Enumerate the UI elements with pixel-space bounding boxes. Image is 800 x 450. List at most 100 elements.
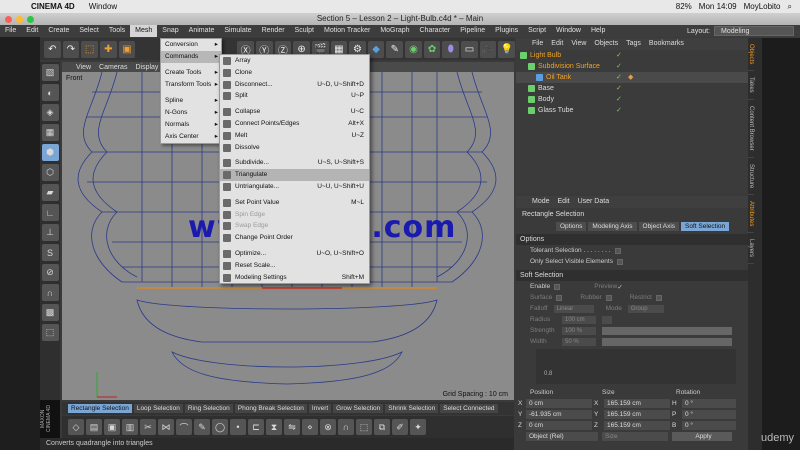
cmd-clone[interactable]: Clone (220, 67, 369, 79)
snap-icon[interactable]: S (41, 244, 59, 261)
width-slider[interactable] (602, 337, 732, 346)
cmd-swap-edge[interactable]: Swap Edge (220, 220, 369, 232)
stitch-icon[interactable]: ⋄ (302, 419, 318, 435)
magnet-icon[interactable]: ∩ (41, 284, 59, 301)
minimize-window-icon[interactable] (16, 16, 23, 23)
menu-edit[interactable]: Edit (21, 25, 43, 37)
lock-workplane-icon[interactable]: ⊘ (41, 264, 59, 281)
model-mode-icon[interactable]: ◐ (41, 84, 59, 101)
obj-menu-bookmarks[interactable]: Bookmarks (649, 38, 684, 50)
menu-animate[interactable]: Animate (184, 25, 220, 37)
size-z-field[interactable]: 165.159 cm (604, 421, 670, 430)
edges-mode-icon[interactable]: ⬡ (41, 164, 59, 181)
cmd-disconnect[interactable]: Disconnect... U~D, U~Shift+D (220, 79, 369, 91)
cmd-dissolve[interactable]: Dissolve (220, 142, 369, 154)
search-icon[interactable]: ⌕ (788, 2, 792, 12)
attr-menu-user-data[interactable]: User Data (578, 196, 610, 208)
extrude-inner-icon[interactable]: ▣ (104, 419, 120, 435)
vtab-attributes[interactable]: Attributes (748, 195, 754, 234)
btab-select-connected[interactable]: Select Connected (440, 404, 498, 413)
mode-select[interactable]: Group (627, 304, 664, 313)
tweak-icon[interactable]: ⊥ (41, 224, 59, 241)
attr-menu-edit[interactable]: Edit (558, 196, 570, 208)
cmd-untriangulate[interactable]: Untriangulate... U~U, U~Shift+U (220, 181, 369, 193)
create-point-icon[interactable]: • (230, 419, 246, 435)
restrict-checkbox[interactable] (655, 294, 662, 301)
live-selection-icon[interactable]: ⬚ (81, 40, 98, 58)
mesh-menu-ngons[interactable]: N-Gons ▸ (161, 107, 221, 119)
object-row-oil-tank[interactable]: Oil Tank ✓ ◆ (516, 72, 748, 83)
undo-icon[interactable]: ↶ (44, 40, 61, 58)
array-icon[interactable]: ✿ (423, 40, 441, 58)
btab-loop-selection[interactable]: Loop Selection (133, 404, 183, 413)
vtab-layers[interactable]: Layers (748, 233, 754, 265)
user-name[interactable]: MoyLobito (744, 2, 781, 11)
iron-icon[interactable]: ⊏ (248, 419, 264, 435)
menu-help[interactable]: Help (586, 25, 610, 37)
radius-slider[interactable] (602, 315, 612, 324)
move-icon[interactable]: ✚ (99, 40, 117, 58)
weld-icon[interactable]: ⊗ (320, 419, 336, 435)
edge-cut-icon[interactable]: ⧉ (374, 419, 390, 435)
mesh-menu-normals[interactable]: Normals ▸ (161, 119, 221, 131)
light-icon[interactable]: 💡 (498, 40, 516, 58)
mesh-menu-commands[interactable]: Commands ▸ (161, 51, 221, 63)
menu-window[interactable]: Window (551, 25, 586, 37)
zoom-window-icon[interactable] (27, 16, 34, 23)
polygon-pen-icon[interactable]: ✐ (392, 419, 408, 435)
falloff-graph[interactable]: 0.8 (536, 349, 736, 384)
visible-elements-checkbox[interactable] (616, 258, 623, 265)
viewport-cameras-menu[interactable]: Cameras (99, 64, 127, 71)
close-window-icon[interactable] (5, 16, 12, 23)
rotation-h-field[interactable]: 0 ° (682, 399, 736, 408)
cube-icon[interactable]: ◆ (367, 40, 385, 58)
btab-shrink-selection[interactable]: Shrink Selection (385, 404, 439, 413)
cmd-spin-edge[interactable]: Spin Edge (220, 209, 369, 221)
rotation-p-field[interactable]: 0 ° (682, 410, 736, 419)
menu-render[interactable]: Render (257, 25, 290, 37)
position-y-field[interactable]: -61.935 cm (526, 410, 592, 419)
attr-menu-mode[interactable]: Mode (532, 196, 550, 208)
btab-ring-selection[interactable]: Ring Selection (184, 404, 233, 413)
mesh-menu-spline[interactable]: Spline ▸ (161, 95, 221, 107)
menu-create[interactable]: Create (43, 25, 74, 37)
scale-icon[interactable]: ▣ (118, 40, 136, 58)
loop-cut-icon[interactable]: ⋈ (158, 419, 174, 435)
menu-pipeline[interactable]: Pipeline (455, 25, 490, 37)
coord-mode-select[interactable]: Object (Rel) (526, 432, 598, 441)
object-row-subdivision-surface[interactable]: Subdivision Surface ✓ (516, 61, 748, 72)
cmd-reset-scale[interactable]: Reset Scale... (220, 260, 369, 272)
object-row-base[interactable]: Base ✓ (516, 83, 748, 94)
polygons-mode-icon[interactable]: ▰ (41, 184, 59, 201)
brush-icon[interactable]: ✎ (194, 419, 210, 435)
tab-modeling-axis[interactable]: Modeling Axis (588, 222, 637, 231)
position-x-field[interactable]: 0 cm (526, 399, 592, 408)
obj-menu-file[interactable]: File (532, 38, 543, 50)
floor-icon[interactable]: ▭ (461, 40, 478, 58)
rubber-checkbox[interactable] (605, 294, 612, 301)
magnet-tool-icon[interactable]: ∩ (338, 419, 354, 435)
menu-tools[interactable]: Tools (104, 25, 130, 37)
tolerant-selection-checkbox[interactable] (614, 247, 621, 254)
width-field[interactable]: 50 % (562, 337, 596, 346)
btab-grow-selection[interactable]: Grow Selection (333, 404, 384, 413)
obj-menu-view[interactable]: View (571, 38, 586, 50)
obj-menu-tags[interactable]: Tags (626, 38, 641, 50)
cmd-split[interactable]: Split U~P (220, 90, 369, 102)
position-z-field[interactable]: 0 cm (526, 421, 592, 430)
rotation-b-field[interactable]: 0 ° (682, 421, 736, 430)
matrix-extrude-icon[interactable]: ▥ (122, 419, 138, 435)
mac-window-menu[interactable]: Window (82, 2, 124, 11)
btab-phong-break-selection[interactable]: Phong Break Selection (234, 404, 307, 413)
tab-object-axis[interactable]: Object Axis (638, 222, 680, 231)
cmd-optimize[interactable]: Optimize... U~O, U~Shift+O (220, 248, 369, 260)
object-row-glass-tube[interactable]: Glass Tube ✓ (516, 105, 748, 116)
surface-checkbox[interactable] (556, 294, 563, 301)
mirror-icon[interactable]: ⧗ (266, 419, 282, 435)
points-mode-icon[interactable]: ⬢ (41, 144, 59, 161)
cmd-collapse[interactable]: Collapse U~C (220, 106, 369, 118)
cmd-array[interactable]: Array (220, 55, 369, 67)
cmd-set-point-value[interactable]: Set Point Value M~L (220, 197, 369, 209)
dissolve-tool-icon[interactable]: ✦ (410, 419, 426, 435)
menu-script[interactable]: Script (523, 25, 551, 37)
